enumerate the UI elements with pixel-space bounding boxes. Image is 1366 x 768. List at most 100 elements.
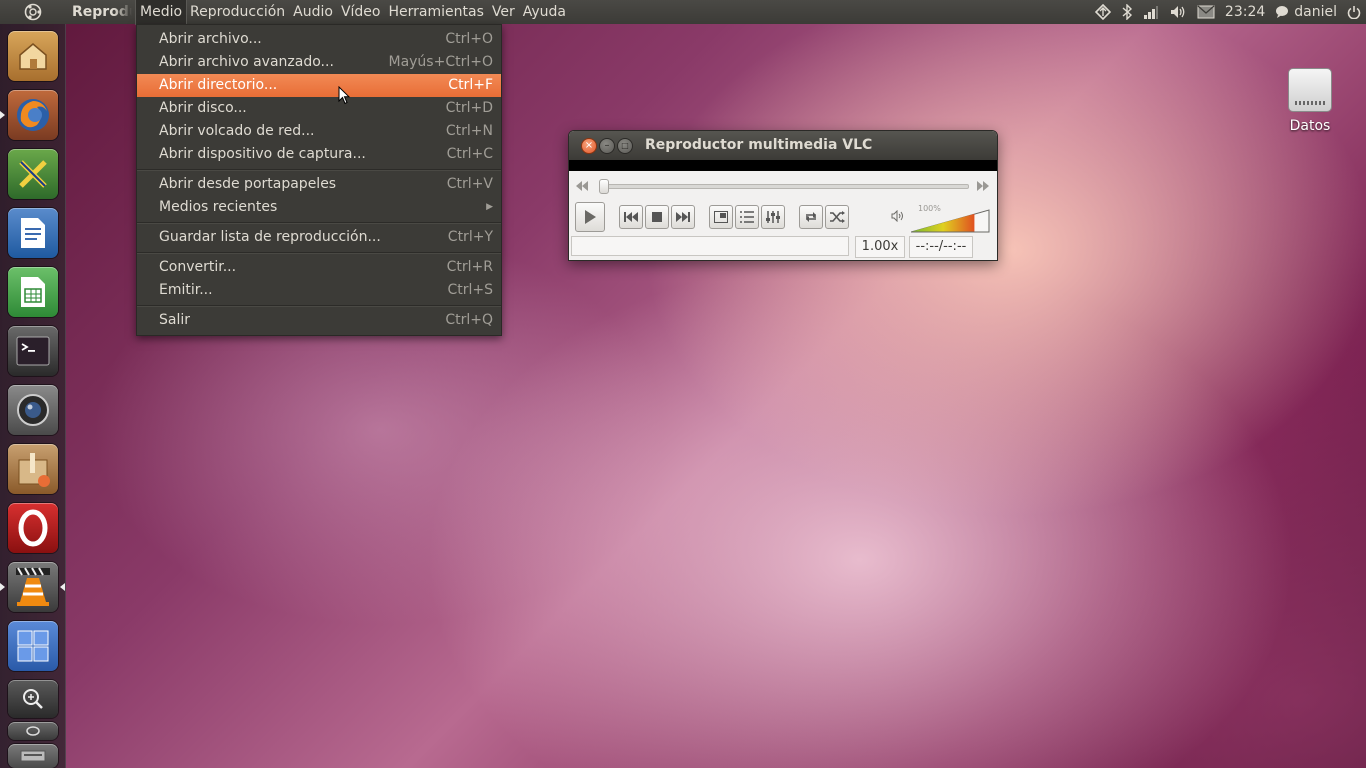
menu-item-abrir-volcado-de-red[interactable]: Abrir volcado de red... Ctrl+N [137,120,501,143]
launcher-vlc[interactable] [8,562,58,612]
power-button[interactable] [1347,0,1361,24]
rewind-button[interactable] [575,180,589,196]
window-close-button[interactable]: × [581,138,597,154]
launcher-cheese[interactable] [8,385,58,435]
volume-slider[interactable] [911,209,991,233]
network-indicator[interactable] [1094,0,1111,24]
menu-item-label: Abrir desde portapapeles [159,176,337,192]
volume-icon [1170,6,1185,18]
menu-item-label: Salir [159,312,191,328]
session-user[interactable]: daniel [1275,0,1337,24]
menu-item-label: Abrir volcado de red... [159,123,315,139]
menu-item-abrir-directorio[interactable]: Abrir directorio... Ctrl+F [137,74,501,97]
menu-item-label: Abrir directorio... [159,77,278,93]
firefox-icon [17,99,49,131]
play-icon [585,210,596,224]
launcher-trash[interactable] [8,744,58,768]
previous-button[interactable] [619,205,643,229]
launcher-writer[interactable] [8,208,58,258]
maximize-icon: □ [621,141,629,150]
menu-item-accel: Ctrl+Y [447,229,493,245]
launcher-lens[interactable] [8,680,58,718]
menu-separator [137,169,501,171]
menu-item-convertir[interactable]: Convertir... Ctrl+R [137,256,501,279]
menu-item-abrir-dispositivo-de-captura[interactable]: Abrir dispositivo de captura... Ctrl+C [137,143,501,166]
menu-herramientas[interactable]: Herramientas [385,0,488,24]
launcher-xmind[interactable] [8,149,58,199]
menu-item-salir[interactable]: Salir Ctrl+Q [137,309,501,332]
seek-slider[interactable] [603,184,969,189]
menu-ayuda[interactable]: Ayuda [519,0,570,24]
ubuntu-logo-icon [24,3,41,21]
fast-forward-button[interactable] [976,180,990,196]
window-maximize-button[interactable]: □ [617,138,633,154]
launcher-opera[interactable] [8,503,58,553]
software-center-icon [18,453,50,487]
menu-item-guardar-lista[interactable]: Guardar lista de reproducción... Ctrl+Y [137,226,501,249]
launcher-calc[interactable] [8,267,58,317]
menu-separator [137,222,501,224]
fullscreen-button[interactable] [709,205,733,229]
messaging-indicator[interactable] [1197,0,1215,24]
launcher-software-center[interactable] [8,444,58,494]
menu-item-abrir-archivo-avanzado[interactable]: Abrir archivo avanzado... Mayús+Ctrl+O [137,51,501,74]
video-area[interactable] [569,160,997,171]
vlc-titlebar[interactable]: × – □ Reproductor multimedia VLC [569,131,997,160]
launcher-firefox[interactable] [8,90,58,140]
signal-indicator[interactable] [1143,0,1159,24]
shuffle-icon [830,211,845,223]
shuffle-button[interactable] [825,205,849,229]
menu-audio[interactable]: Audio [289,0,337,24]
mute-button[interactable] [891,209,905,226]
menu-ver[interactable]: Ver [488,0,519,24]
next-icon [676,212,690,222]
play-button[interactable] [575,202,605,232]
menu-item-label: Abrir archivo avanzado... [159,54,334,70]
time-display[interactable]: --:--/--:-- [909,236,973,258]
bluetooth-indicator[interactable] [1121,0,1133,24]
zoom-icon [23,689,43,709]
menu-item-emitir[interactable]: Emitir... Ctrl+S [137,279,501,302]
seek-handle[interactable] [599,179,609,194]
close-icon: × [584,140,594,151]
menu-reproduccion[interactable]: Reproducción [186,0,289,24]
menu-item-abrir-disco[interactable]: Abrir disco... Ctrl+D [137,97,501,120]
stop-button[interactable] [645,205,669,229]
menu-item-medios-recientes[interactable]: Medios recientes ▶ [137,196,501,219]
sound-indicator[interactable] [1169,0,1187,24]
status-row: 1.00x --:--/--:-- [569,235,997,259]
medio-menu: Abrir archivo... Ctrl+O Abrir archivo ava… [136,24,502,336]
launcher-stacked-item[interactable] [8,722,58,740]
menu-medio[interactable]: Medio [134,0,188,25]
app-menubar: Medio Reproducción Audio Vídeo Herramien… [134,0,570,25]
launcher-home-folder[interactable] [8,31,58,81]
writer-icon [21,218,45,248]
home-folder-icon [19,43,47,70]
mail-icon [1197,5,1215,19]
extended-settings-button[interactable] [761,205,785,229]
menu-video[interactable]: Vídeo [337,0,385,24]
launcher-workspaces[interactable] [8,621,58,671]
opera-icon [18,509,48,547]
menu-item-accel: Ctrl+Q [445,312,493,328]
loop-button[interactable] [799,205,823,229]
stop-icon [652,212,662,222]
clock[interactable]: 23:24 [1225,0,1265,24]
desktop-icon-datos[interactable]: Datos [1278,68,1342,134]
playlist-icon [740,211,754,223]
menu-item-accel: Ctrl+R [446,259,493,275]
menu-item-label: Abrir dispositivo de captura... [159,146,366,162]
next-button[interactable] [671,205,695,229]
window-minimize-button[interactable]: – [599,138,615,154]
menu-item-abrir-archivo[interactable]: Abrir archivo... Ctrl+O [137,28,501,51]
dash-button[interactable] [0,0,65,24]
vlc-window: × – □ Reproductor multimedia VLC 100% 1.… [568,130,998,261]
playlist-button[interactable] [735,205,759,229]
menu-item-label: Emitir... [159,282,213,298]
menu-item-abrir-desde-portapapeles[interactable]: Abrir desde portapapeles Ctrl+V [137,173,501,196]
launcher-terminal[interactable] [8,326,58,376]
launcher-running-pip [0,111,5,119]
playback-rate[interactable]: 1.00x [855,236,905,258]
network-icon [1094,4,1111,20]
launcher [0,24,66,768]
